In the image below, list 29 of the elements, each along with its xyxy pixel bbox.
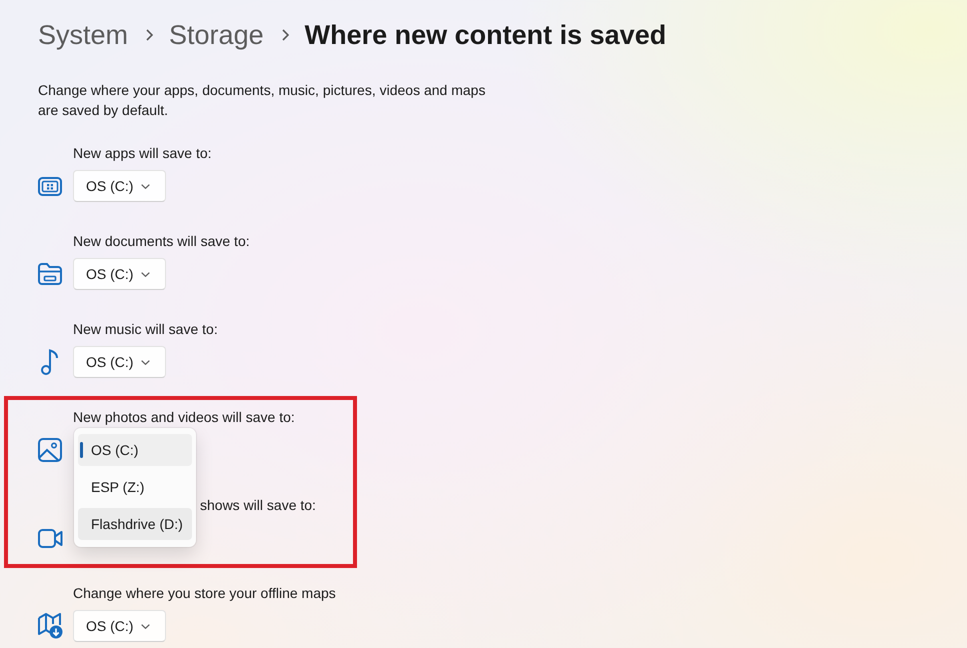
chevron-right-icon: [146, 29, 154, 41]
setting-label: Change where you store your offline maps: [73, 584, 336, 603]
description-text: Change where your apps, documents, music, pictures, videos and maps are saved by default.: [38, 81, 486, 120]
dropdown[interactable]: OS (C:): [73, 610, 166, 642]
dropdown[interactable]: OS (C:): [73, 258, 166, 290]
chevron-down-icon: [141, 272, 150, 276]
dropdown[interactable]: OS (C:): [73, 346, 166, 378]
setting-label: New music will save to:: [73, 320, 218, 339]
dropdown-option[interactable]: ESP (Z:): [78, 471, 192, 503]
dropdown-option[interactable]: OS (C:): [78, 434, 192, 466]
chevron-right-icon: [282, 29, 289, 41]
setting-label: shows will save to:: [200, 496, 316, 515]
image-icon: [38, 438, 62, 462]
dropdown-option[interactable]: Flashdrive (D:): [78, 508, 192, 540]
setting-label: New photos and videos will save to:: [73, 408, 295, 427]
map-download-icon: [38, 613, 63, 639]
setting-label: New documents will save to:: [73, 232, 250, 251]
music-note-icon: [41, 349, 58, 375]
video-camera-icon: [38, 528, 63, 548]
breadcrumb-link[interactable]: Storage: [169, 16, 264, 54]
app-grid-icon: [38, 176, 62, 196]
setting-label: New apps will save to:: [73, 144, 212, 163]
folder-icon: [38, 263, 62, 285]
page-title: Where new content is saved: [304, 19, 666, 52]
dropdown[interactable]: OS (C:): [73, 170, 166, 202]
chevron-down-icon: [141, 360, 150, 364]
chevron-down-icon: [141, 624, 150, 628]
breadcrumb-link[interactable]: System: [38, 16, 128, 54]
chevron-down-icon: [141, 184, 150, 188]
